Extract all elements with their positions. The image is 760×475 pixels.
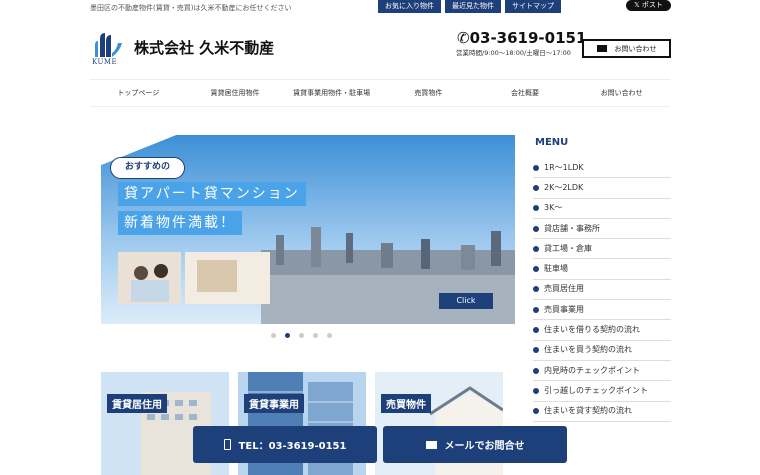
sidebar-item-3k[interactable]: 3K～ <box>533 199 671 219</box>
chevron-right-icon <box>533 266 539 273</box>
sidebar-item-sale-business[interactable]: 売買事業用 <box>533 300 671 321</box>
sidebar-item-label: 売買事業用 <box>544 304 584 314</box>
nav-company[interactable]: 会社概要 <box>477 80 574 106</box>
smartphone-icon <box>223 439 231 450</box>
sidebar-item-shop-office[interactable]: 貸店舗・事務所 <box>533 219 671 240</box>
sidebar-item-label: 2K～2LDK <box>544 182 584 192</box>
sidebar-item-label: 引っ越しのチェックポイント <box>544 385 648 395</box>
chevron-right-icon <box>533 286 539 293</box>
tel-button[interactable]: TEL：03-3619-0151 <box>193 426 377 463</box>
sidebar-menu: 1R～1LDK 2K～2LDK 3K～ 貸店舗・事務所 貸工場・倉庫 駐車場 売… <box>533 158 671 422</box>
sidebar-item-buy-flow[interactable]: 住まいを買う契約の流れ <box>533 341 671 361</box>
x-post-label: ポスト <box>641 1 663 9</box>
nav-contact[interactable]: お問い合わせ <box>573 80 670 106</box>
hero-headline-1: 貸アパート貸マンション <box>118 182 306 206</box>
sidebar-item-label: 駐車場 <box>544 264 568 274</box>
sidebar-item-lease-flow[interactable]: 住まいを貸す契約の流れ <box>533 402 671 422</box>
card-label: 賃貸事業用 <box>244 394 304 413</box>
chevron-right-icon <box>533 408 539 415</box>
logo-text: KUME <box>92 58 118 66</box>
hero-headline-2: 新着物件満載！ <box>118 211 242 235</box>
slider-dot[interactable] <box>313 333 318 338</box>
sidebar-item-label: 貸工場・倉庫 <box>544 243 592 253</box>
slider-dot[interactable] <box>327 333 332 338</box>
company-name[interactable]: 株式会社 久米不動産 <box>134 37 274 58</box>
chevron-right-icon <box>533 387 539 394</box>
chevron-right-icon <box>533 205 539 212</box>
contact-button[interactable]: お問い合わせ <box>582 39 671 58</box>
hero-slider[interactable]: おすすめの 貸アパート貸マンション 新着物件満載！ Click <box>101 135 515 324</box>
nav-top[interactable]: トップページ <box>90 80 187 106</box>
chevron-right-icon <box>533 164 539 171</box>
tel-button-label: TEL：03-3619-0151 <box>238 441 347 452</box>
sidebar-item-label: 内見時のチェックポイント <box>544 365 640 375</box>
sitemap-link[interactable]: サイトマップ <box>505 0 561 13</box>
nav-rental-residential[interactable]: 賃貸居住用物件 <box>187 80 284 106</box>
top-links: お気に入り物件 最近見た物件 サイトマップ <box>378 0 561 13</box>
sidebar-item-label: 住まいを貸す契約の流れ <box>544 406 632 416</box>
card-label: 売買物件 <box>381 394 431 413</box>
business-hours: 営業時間/9:00～18:00/土曜日～17:00 <box>456 49 571 57</box>
logo-mark-icon <box>95 33 122 57</box>
x-post-button[interactable]: 𝕏 ポスト <box>626 0 671 11</box>
sidebar-item-parking[interactable]: 駐車場 <box>533 259 671 280</box>
sidebar-item-label: 貸店舗・事務所 <box>544 223 600 233</box>
chevron-right-icon <box>533 184 539 191</box>
slider-dot[interactable] <box>299 333 304 338</box>
hero-bubble: おすすめの <box>110 157 186 179</box>
chevron-right-icon <box>533 327 539 334</box>
sidebar-title: MENU <box>535 137 569 148</box>
sidebar-item-viewing-check[interactable]: 内見時のチェックポイント <box>533 361 671 382</box>
chevron-right-icon <box>533 367 539 374</box>
sidebar-item-label: 住まいを借りる契約の流れ <box>544 325 640 335</box>
contact-button-label: お問い合わせ <box>614 44 657 53</box>
mail-contact-button[interactable]: メールでお問合せ <box>383 426 567 463</box>
sidebar-item-label: 3K～ <box>544 203 563 213</box>
slider-dot-active[interactable] <box>285 333 290 338</box>
chevron-right-icon <box>533 347 539 354</box>
nav-sale[interactable]: 売買物件 <box>380 80 477 106</box>
slider-dot[interactable] <box>271 333 276 338</box>
main-nav: トップページ 賃貸居住用物件 賃貸事業用物件・駐車場 売買物件 会社概要 お問い… <box>90 79 670 107</box>
slider-dots <box>271 333 332 338</box>
sidebar-item-factory-warehouse[interactable]: 貸工場・倉庫 <box>533 239 671 260</box>
hero-click-button[interactable]: Click <box>439 293 493 309</box>
sidebar-item-label: 1R～1LDK <box>544 162 584 172</box>
site-tagline: 墨田区の不動産物件(賃貸・売買)は久米不動産にお任せください <box>90 4 292 12</box>
card-label: 賃貸居住用 <box>107 394 167 413</box>
phone-text: 03-3619-0151 <box>469 29 587 47</box>
favorites-link[interactable]: お気に入り物件 <box>378 0 441 13</box>
phone-icon: ✆ <box>457 29 470 47</box>
sidebar-item-sale-residential[interactable]: 売買居住用 <box>533 280 671 301</box>
sidebar-item-label: 住まいを買う契約の流れ <box>544 345 632 355</box>
chevron-right-icon <box>533 245 539 252</box>
phone-number[interactable]: ✆03-3619-0151 <box>457 29 586 47</box>
sidebar-item-2k-2ldk[interactable]: 2K～2LDK <box>533 178 671 199</box>
envelope-icon <box>425 440 437 449</box>
sidebar-item-label: 売買居住用 <box>544 284 584 294</box>
mail-icon <box>596 45 607 52</box>
chevron-right-icon <box>533 225 539 232</box>
mail-button-label: メールでお問合せ <box>444 441 525 452</box>
sidebar-item-1r-1ldk[interactable]: 1R～1LDK <box>533 158 671 179</box>
nav-rental-business[interactable]: 賃貸事業用物件・駐車場 <box>283 80 380 106</box>
recent-link[interactable]: 最近見た物件 <box>445 0 501 13</box>
chevron-right-icon <box>533 306 539 313</box>
sidebar-item-rent-flow[interactable]: 住まいを借りる契約の流れ <box>533 320 671 341</box>
sidebar-item-moving-check[interactable]: 引っ越しのチェックポイント <box>533 381 671 402</box>
